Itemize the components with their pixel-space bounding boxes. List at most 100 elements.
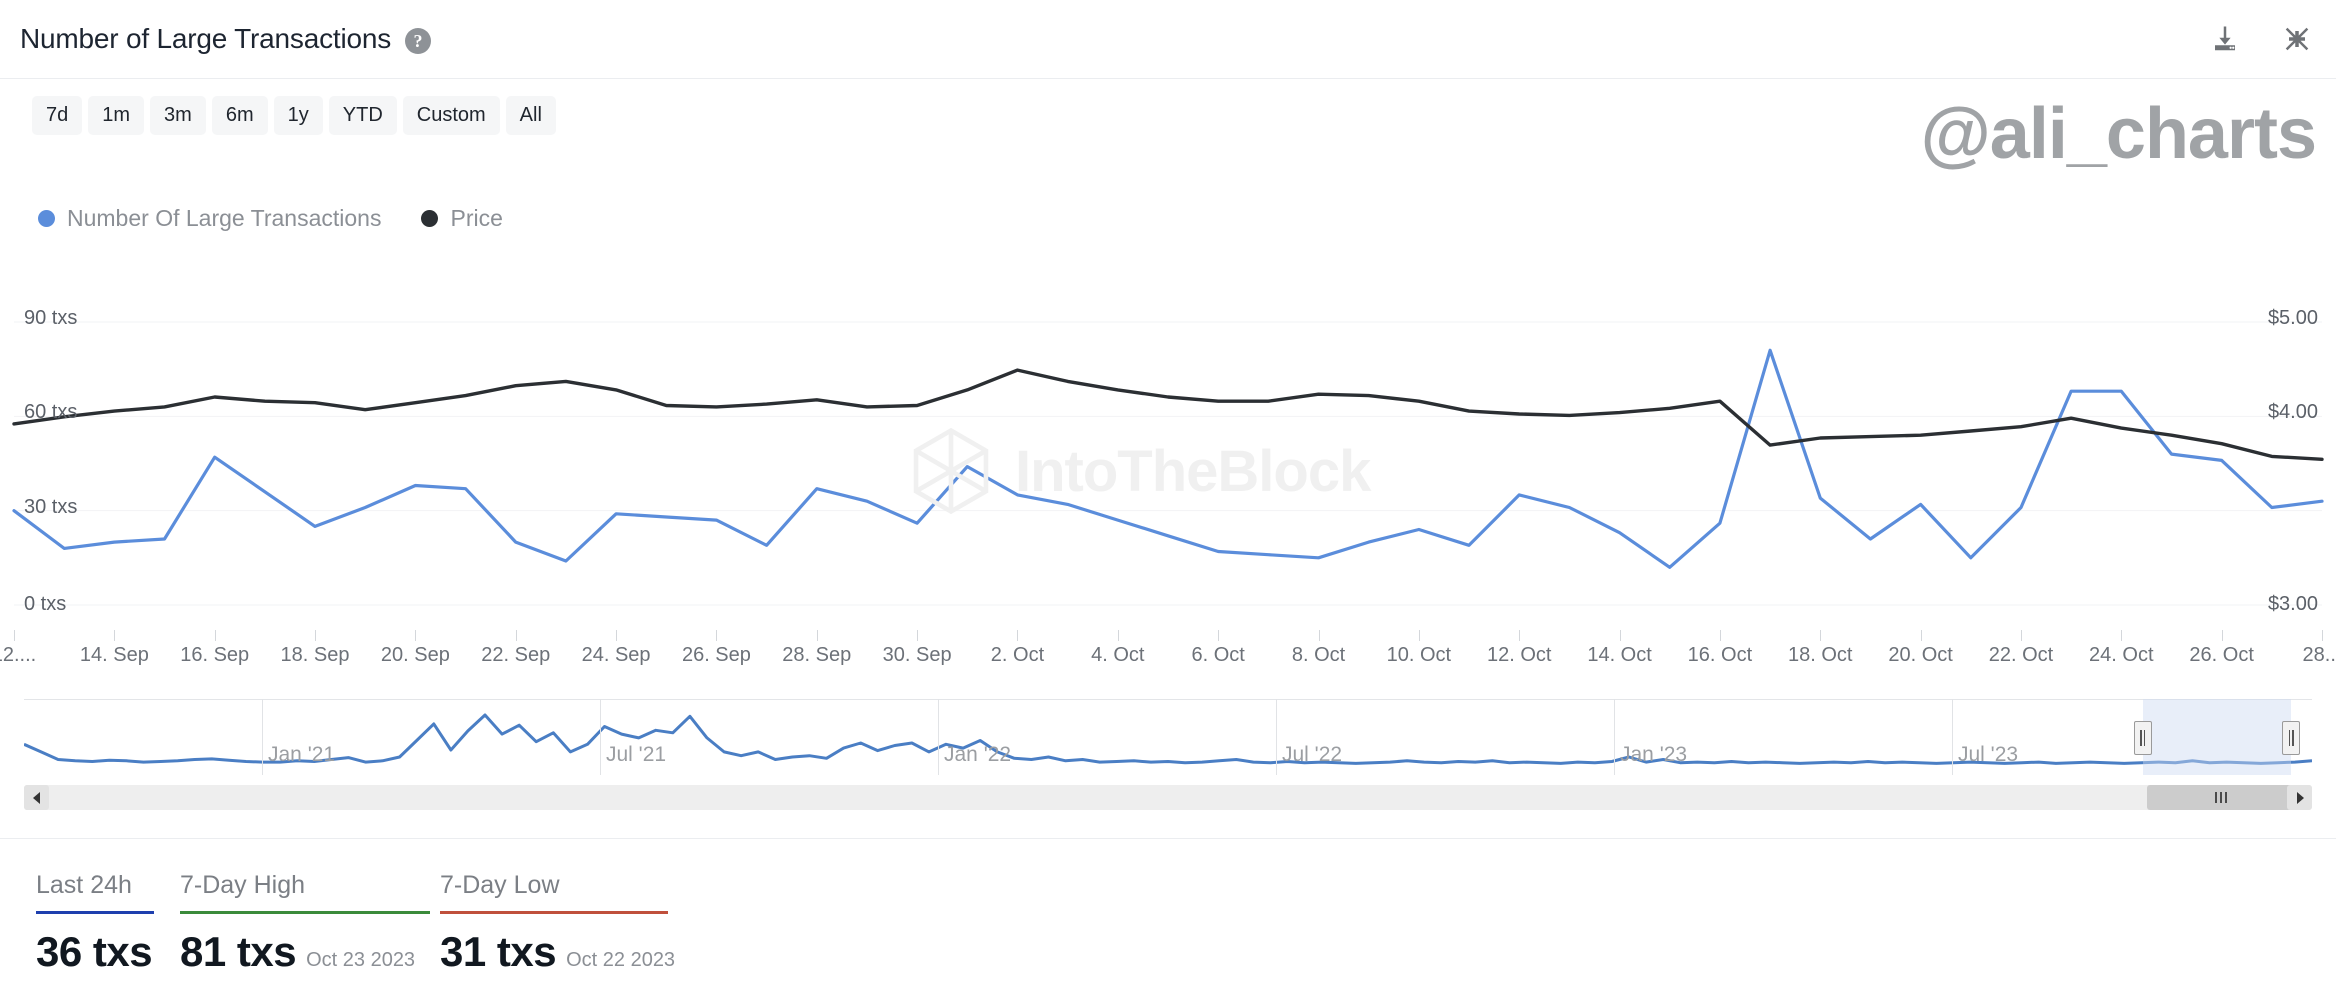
navigator-gridline — [1276, 699, 1277, 775]
x-tick-mark — [2322, 630, 2323, 641]
stat-value: 31 txs — [440, 928, 556, 976]
navigator-gridline — [1952, 699, 1953, 775]
x-tick-mark — [2021, 630, 2022, 641]
x-tick-label: 24. Sep — [582, 644, 651, 667]
scrollbar-thumb[interactable] — [2147, 785, 2296, 810]
x-tick-label: 22. Oct — [1989, 644, 2053, 667]
y-right-tick-5: $5.00 — [2268, 307, 2318, 330]
y-left-tick-60: 60 txs — [24, 401, 77, 424]
navigator-selection-mask[interactable] — [2143, 699, 2292, 775]
x-tick-label: 28. Sep — [782, 644, 851, 667]
y-left-tick-30: 30 txs — [24, 496, 77, 519]
stat-value-row: 31 txs Oct 22 2023 — [440, 928, 675, 976]
collapse-fullscreen-icon[interactable] — [2282, 24, 2312, 54]
x-tick-mark — [817, 630, 818, 641]
stat-value-row: 81 txsOct 23 2023 — [180, 928, 430, 976]
ali-charts-watermark: @ali_charts — [1921, 98, 2316, 170]
chart-legend: Number Of Large Transactions Price — [38, 205, 503, 232]
title-group: Number of Large Transactions ? — [20, 23, 431, 55]
x-tick-mark — [1218, 630, 1219, 641]
stat-label: 7-Day High — [180, 871, 430, 900]
y-left-tick-0: 0 txs — [24, 593, 66, 616]
y-right-tick-3: $3.00 — [2268, 593, 2318, 616]
widget-header: Number of Large Transactions ? — [0, 0, 2336, 79]
x-tick-label: 20. Sep — [381, 644, 450, 667]
x-tick-mark — [917, 630, 918, 641]
navigator-gridline — [938, 699, 939, 775]
summary-stats: Last 24h36 txs 7-Day High 81 txsOct 23 202… — [0, 838, 2336, 998]
x-tick-mark — [516, 630, 517, 641]
stat-value-row: 36 txs — [36, 928, 154, 976]
x-tick-label: 18. Sep — [281, 644, 350, 667]
x-tick-label: 26. Sep — [682, 644, 751, 667]
x-axis: 12....14. Sep16. Sep18. Sep20. Sep22. Se… — [0, 630, 2336, 675]
x-tick-mark — [2121, 630, 2122, 641]
x-tick-label: 8. Oct — [1292, 644, 1345, 667]
x-tick-label: 10. Oct — [1387, 644, 1451, 667]
x-tick-label: 16. Sep — [180, 644, 249, 667]
x-tick-label: 18. Oct — [1788, 644, 1852, 667]
question-mark-icon[interactable]: ? — [405, 28, 431, 54]
x-tick-label: 28... — [2303, 644, 2336, 667]
legend-label: Number Of Large Transactions — [67, 205, 381, 232]
x-tick-mark — [716, 630, 717, 641]
navigator-gridline — [600, 699, 601, 775]
x-tick-mark — [1820, 630, 1821, 641]
scrollbar-left-arrow[interactable] — [24, 785, 49, 810]
y-left-tick-90: 90 txs — [24, 307, 77, 330]
legend-label: Price — [450, 205, 502, 232]
x-tick-label: 12. Oct — [1487, 644, 1551, 667]
legend-item-price[interactable]: Price — [421, 205, 502, 232]
stat-label: 7-Day Low — [440, 871, 675, 900]
x-tick-mark — [315, 630, 316, 641]
navigator-date-label: Jan '22 — [944, 743, 1011, 767]
x-tick-mark — [616, 630, 617, 641]
chart-scrollbar[interactable] — [24, 785, 2312, 810]
x-tick-mark — [14, 630, 15, 641]
x-tick-mark — [2222, 630, 2223, 641]
stat-value: 81 txs — [180, 928, 296, 976]
x-tick-mark — [114, 630, 115, 641]
navigator-handle-right[interactable] — [2282, 721, 2300, 755]
header-actions — [2210, 24, 2312, 54]
range-button-ytd[interactable]: YTD — [329, 96, 397, 135]
x-tick-label: 4. Oct — [1091, 644, 1144, 667]
range-button-custom[interactable]: Custom — [403, 96, 500, 135]
legend-color-dot — [421, 210, 438, 227]
x-tick-mark — [1720, 630, 1721, 641]
legend-item-transactions[interactable]: Number Of Large Transactions — [38, 205, 381, 232]
stat-underline — [36, 911, 154, 914]
stat-underline — [180, 911, 430, 914]
navigator-date-label: Jul '21 — [606, 743, 666, 767]
chart-widget: Number of Large Transactions ? 7d1m3m6m1… — [0, 0, 2336, 998]
navigator-gridline — [262, 699, 263, 775]
range-button-7d[interactable]: 7d — [32, 96, 82, 135]
range-selector: 7d1m3m6m1yYTDCustomAll — [32, 96, 556, 135]
range-button-6m[interactable]: 6m — [212, 96, 268, 135]
x-tick-mark — [215, 630, 216, 641]
navigator-handle-left[interactable] — [2134, 721, 2152, 755]
stat-card-7-day-low: 7-Day Low 31 txs Oct 22 2023 — [440, 871, 675, 976]
range-button-3m[interactable]: 3m — [150, 96, 206, 135]
x-tick-mark — [1118, 630, 1119, 641]
navigator-gridline — [1614, 699, 1615, 775]
x-tick-label: 14. Oct — [1587, 644, 1651, 667]
chart-plot-area: 90 txs 60 txs 30 txs 0 txs $5.00 $4.00 $… — [0, 300, 2336, 630]
range-button-1m[interactable]: 1m — [88, 96, 144, 135]
x-tick-label: 26. Oct — [2189, 644, 2253, 667]
download-icon[interactable] — [2210, 24, 2240, 54]
stat-card-last-24h: Last 24h36 txs — [36, 871, 154, 976]
x-tick-label: 6. Oct — [1191, 644, 1244, 667]
range-button-1y[interactable]: 1y — [274, 96, 323, 135]
navigator-date-label: Jan '23 — [1620, 743, 1687, 767]
scrollbar-right-arrow[interactable] — [2287, 785, 2312, 810]
x-tick-mark — [1017, 630, 1018, 641]
chart-navigator[interactable]: Jan '21Jul '21Jan '22Jul '22Jan '23Jul '… — [0, 697, 2336, 792]
stat-value: 36 txs — [36, 928, 152, 976]
navigator-date-label: Jan '21 — [268, 743, 335, 767]
stat-date: Oct 22 2023 — [566, 949, 675, 972]
x-tick-mark — [1319, 630, 1320, 641]
range-button-all[interactable]: All — [506, 96, 556, 135]
x-tick-mark — [1921, 630, 1922, 641]
x-tick-mark — [415, 630, 416, 641]
